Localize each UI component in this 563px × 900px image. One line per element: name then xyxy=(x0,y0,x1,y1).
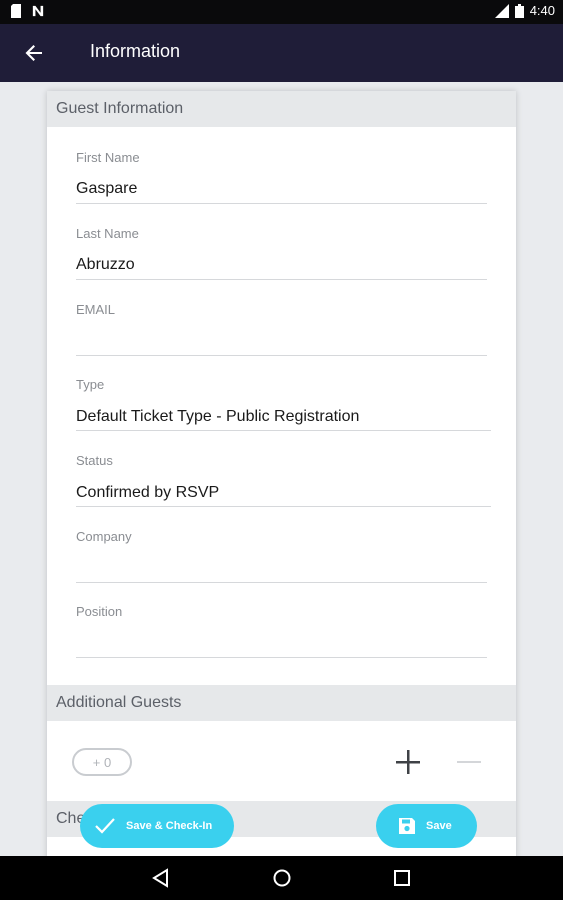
plus-icon xyxy=(396,750,420,774)
additional-guests-header: Additional Guests xyxy=(47,685,516,721)
first-name-label: First Name xyxy=(76,150,140,165)
save-button[interactable]: Save xyxy=(376,804,477,848)
type-underline xyxy=(76,430,491,431)
system-icons: 4:40 xyxy=(493,3,555,18)
add-guest-button[interactable] xyxy=(392,746,424,778)
system-nav-bar xyxy=(0,856,563,900)
nav-recents-icon[interactable] xyxy=(391,867,413,889)
position-field[interactable]: Position xyxy=(76,604,487,658)
status-value[interactable]: Confirmed by RSVP xyxy=(76,484,219,502)
battery-icon xyxy=(514,3,524,18)
arrow-back-icon xyxy=(25,45,42,61)
guest-form-card: Guest Information First Name Gaspare Las… xyxy=(47,91,516,861)
floppy-disk-icon xyxy=(399,818,415,834)
position-label: Position xyxy=(76,604,123,619)
company-label: Company xyxy=(76,529,132,544)
first-name-underline xyxy=(76,203,487,204)
guest-info-header: Guest Information xyxy=(47,91,516,127)
notification-icons xyxy=(10,4,44,18)
first-name-value[interactable]: Gaspare xyxy=(76,180,137,198)
sd-card-icon xyxy=(11,4,21,18)
save-label: Save xyxy=(426,820,452,832)
last-name-value[interactable]: Abruzzo xyxy=(76,256,135,274)
last-name-underline xyxy=(76,279,487,280)
back-button[interactable] xyxy=(20,39,48,67)
last-name-field[interactable]: Last Name Abruzzo xyxy=(76,226,487,280)
status-time: 4:40 xyxy=(529,3,555,18)
email-underline xyxy=(76,355,487,356)
nav-home-icon[interactable] xyxy=(271,867,293,889)
type-value[interactable]: Default Ticket Type - Public Registratio… xyxy=(76,408,359,426)
status-field[interactable]: Status Confirmed by RSVP xyxy=(76,453,491,507)
type-field[interactable]: Type Default Ticket Type - Public Regist… xyxy=(76,377,491,431)
nav-back-icon[interactable] xyxy=(150,867,172,889)
last-name-label: Last Name xyxy=(76,226,139,241)
first-name-field[interactable]: First Name Gaspare xyxy=(76,150,487,204)
remove-guest-button[interactable] xyxy=(453,746,485,778)
page-title: Information xyxy=(90,41,181,61)
type-label: Type xyxy=(76,377,105,392)
status-label: Status xyxy=(76,453,113,468)
app-bar: Information xyxy=(0,24,563,82)
save-checkin-button[interactable]: Save & Check-In xyxy=(80,804,234,848)
n-app-icon xyxy=(32,5,44,17)
minus-icon xyxy=(457,761,481,763)
save-checkin-label: Save & Check-In xyxy=(126,820,213,832)
signal-icon xyxy=(494,3,509,18)
email-label: EMAIL xyxy=(76,302,116,317)
company-underline xyxy=(76,582,487,583)
status-bar: 4:40 xyxy=(0,0,563,24)
email-field[interactable]: EMAIL xyxy=(76,302,487,356)
check-icon xyxy=(95,818,115,834)
additional-guests-counter[interactable]: + 0 xyxy=(72,748,132,776)
company-field[interactable]: Company xyxy=(76,529,487,583)
position-underline xyxy=(76,657,487,658)
status-underline xyxy=(76,506,491,507)
